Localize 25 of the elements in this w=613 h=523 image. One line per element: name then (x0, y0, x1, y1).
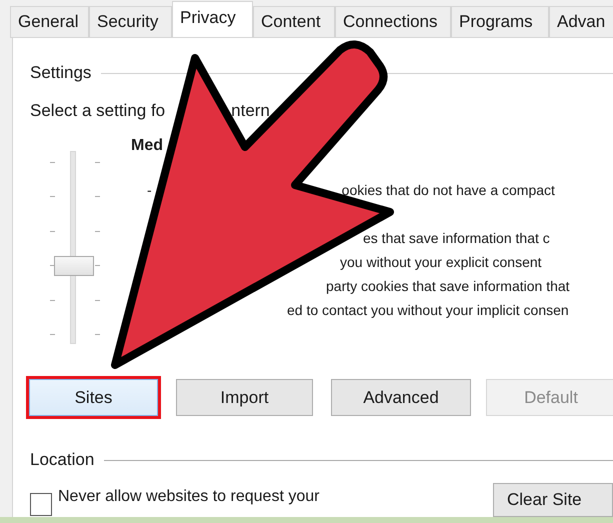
section-title: Location (30, 449, 94, 472)
policy-text: party cookies that save information that (326, 276, 570, 296)
policy-text: - (147, 180, 152, 200)
checkbox-label: Never allow websites to request your (58, 487, 320, 507)
slider-thumb[interactable] (54, 256, 94, 276)
policy-text: ookies that do not have a compact (342, 180, 555, 200)
policy-text: es that save information that c (363, 228, 550, 248)
tab[interactable]: General (10, 6, 89, 38)
tab[interactable]: Privacy (172, 1, 253, 37)
dialog-button[interactable]: Advanced (331, 379, 471, 416)
settings-hint: Select a setting fo (30, 100, 166, 122)
tab[interactable]: Content (253, 6, 335, 38)
tab[interactable]: Advan (549, 6, 613, 38)
clear-sites-button[interactable]: Clear Site (493, 483, 613, 517)
checkbox[interactable] (30, 493, 52, 516)
dialog-button[interactable]: Sites (29, 379, 158, 416)
section-title: Settings (30, 62, 92, 84)
privacy-level: Med (131, 136, 163, 156)
policy-text: ed to contact you without your implicit consen (287, 300, 569, 320)
settings-hint: ntern (231, 100, 270, 122)
dialog-button[interactable]: Import (176, 379, 313, 416)
tab[interactable]: Connections (335, 6, 451, 38)
policy-text: you without your explicit consent (340, 252, 542, 272)
tab[interactable]: Programs (451, 6, 549, 38)
tab[interactable]: Security (89, 6, 172, 38)
